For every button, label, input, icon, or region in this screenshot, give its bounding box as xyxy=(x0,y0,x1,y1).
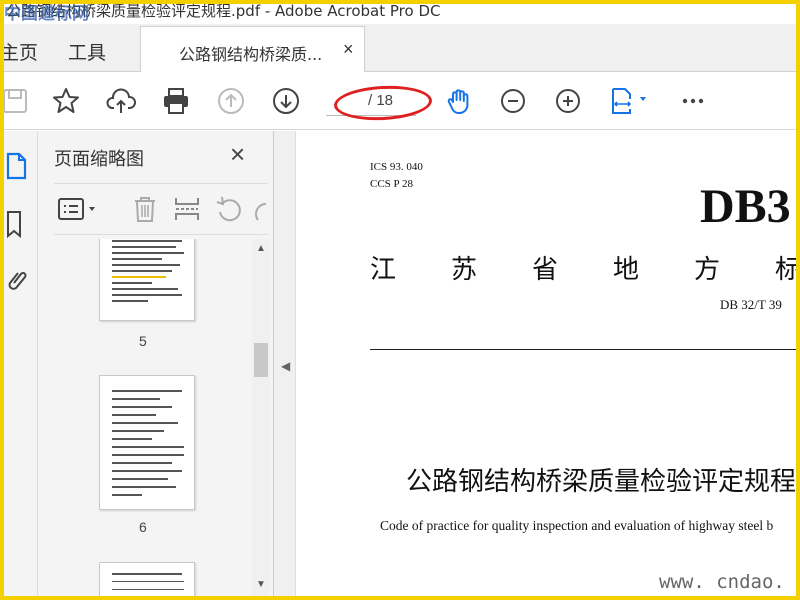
heading-rule xyxy=(370,349,796,350)
left-rail xyxy=(4,131,38,596)
tab-document-label: 公路钢结构桥梁质... xyxy=(179,45,323,64)
site-watermark: www. cndao. com xyxy=(659,571,785,596)
insert-page-icon[interactable] xyxy=(172,194,202,224)
page-thumbnails-panel: 页面缩略图 × 5 6 ▲ ▼ xyxy=(38,131,274,596)
thumbnail-toolbar xyxy=(54,183,268,235)
acrobat-window: 公路钢结构桥梁质量检验评定规程.pdf - Adobe Acrobat Pro … xyxy=(4,4,796,596)
thumbnail-list: 5 6 xyxy=(54,239,252,596)
redo-rotate-icon[interactable] xyxy=(250,194,268,224)
print-icon[interactable] xyxy=(159,84,193,118)
fit-page-icon[interactable] xyxy=(606,84,654,118)
close-panel-icon[interactable]: × xyxy=(230,139,245,170)
close-tab-icon[interactable]: × xyxy=(343,39,354,60)
page-down-icon[interactable] xyxy=(269,84,303,118)
tab-bar: 主页 工具 公路钢结构桥梁质... × xyxy=(4,24,796,73)
thumbnail-scrollbar[interactable]: ▲ ▼ xyxy=(252,239,270,596)
page-thumbnail[interactable] xyxy=(99,375,195,510)
thumbnail-page-number: 6 xyxy=(139,519,147,535)
hand-tool-icon[interactable] xyxy=(442,84,476,118)
ccs-code: CCS P 28 xyxy=(370,178,414,190)
attachments-icon[interactable] xyxy=(6,265,32,295)
document-title: 公路钢结构桥梁质量检验评定规程 xyxy=(406,467,796,497)
bookmark-star-icon[interactable] xyxy=(49,84,83,118)
page-thumbnail[interactable] xyxy=(99,239,195,321)
collapse-arrow-icon: ◀ xyxy=(281,359,291,373)
undo-rotate-icon[interactable] xyxy=(214,194,244,224)
scrollbar-thumb[interactable] xyxy=(254,343,268,377)
title-bar: 公路钢结构桥梁质量检验评定规程.pdf - Adobe Acrobat Pro … xyxy=(4,4,796,24)
page-thumbnail[interactable] xyxy=(99,562,195,596)
thumbnail-page-number: 5 xyxy=(139,333,147,349)
toolbar: / 18 xyxy=(4,72,796,130)
site-watermark-top: 中国道标网 xyxy=(4,4,89,24)
delete-page-icon[interactable] xyxy=(130,194,160,224)
ics-code: ICS 93. 040 xyxy=(370,161,423,173)
db-mark: DB3 xyxy=(700,180,791,233)
collapse-panel-handle[interactable]: ◀ xyxy=(274,131,296,596)
standard-number: DB 32/T 39 xyxy=(720,297,782,312)
page-up-icon[interactable] xyxy=(214,84,248,118)
save-icon[interactable] xyxy=(4,84,32,118)
more-icon[interactable] xyxy=(676,84,710,118)
scroll-up-icon[interactable]: ▲ xyxy=(256,243,266,254)
upload-cloud-icon[interactable] xyxy=(104,84,138,118)
document-view: ICS 93. 040 CCS P 28 DB3 江苏省地方标 DB 32/T … xyxy=(296,131,796,596)
panel-title: 页面缩略图 xyxy=(54,149,144,170)
page-thumbnails-icon[interactable] xyxy=(6,151,32,181)
zoom-out-icon[interactable] xyxy=(496,84,530,118)
scroll-down-icon[interactable]: ▼ xyxy=(256,579,266,590)
tab-document[interactable]: 公路钢结构桥梁质... × xyxy=(140,26,365,73)
bookmarks-icon[interactable] xyxy=(6,209,32,239)
province-standard-heading: 江苏省地方标 xyxy=(370,255,796,285)
options-menu-icon[interactable] xyxy=(56,194,102,224)
zoom-in-icon[interactable] xyxy=(551,84,585,118)
tab-tools[interactable]: 工具 xyxy=(68,38,106,65)
document-english-title: Code of practice for quality inspection … xyxy=(380,518,774,533)
tab-home[interactable]: 主页 xyxy=(4,38,38,65)
